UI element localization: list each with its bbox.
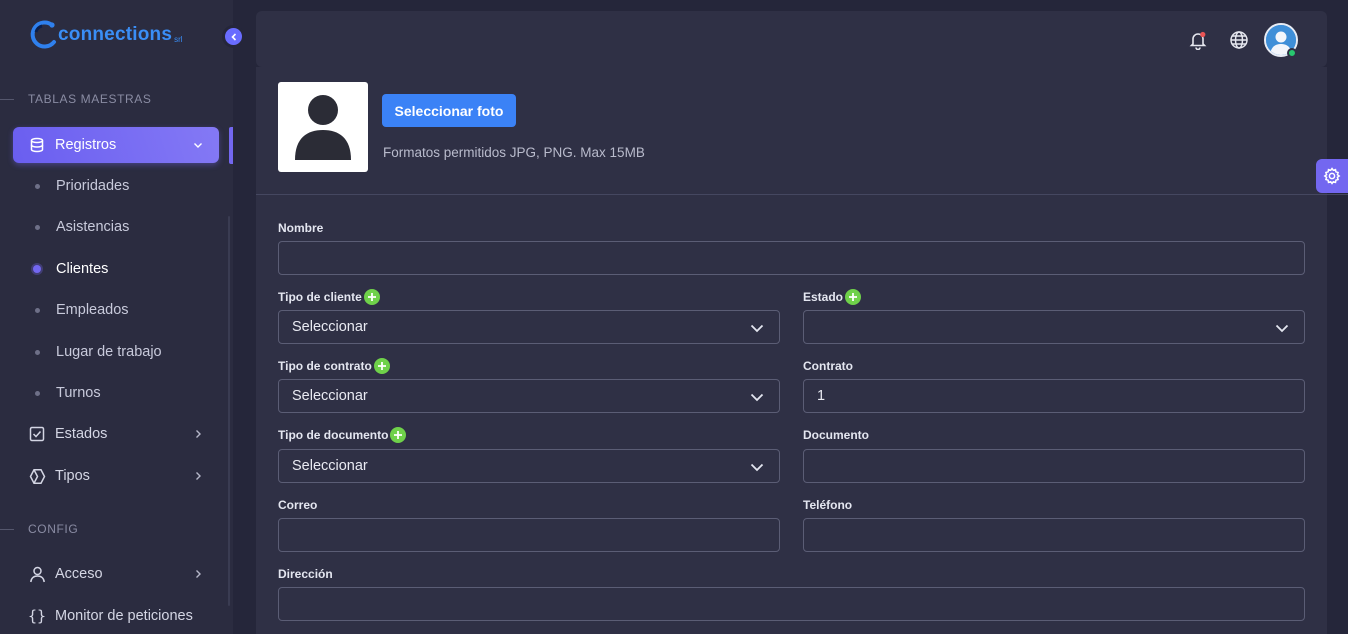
sidebar-item-empleados[interactable]: Empleados [13, 293, 219, 327]
divider [256, 194, 1348, 195]
nombre-field[interactable] [278, 241, 1305, 275]
sidebar-item-lugar-de-trabajo[interactable]: Lugar de trabajo [13, 335, 219, 369]
chevron-down-icon [750, 322, 764, 334]
tipo-documento-label: Tipo de documento [278, 427, 407, 443]
sidebar-item-turnos[interactable]: Turnos [13, 376, 219, 410]
tipo-cliente-label: Tipo de cliente [278, 289, 380, 305]
chevron-down-icon [750, 391, 764, 403]
person-placeholder-icon [295, 95, 351, 160]
sidebar-item-asistencias[interactable]: Asistencias [13, 210, 219, 244]
add-tipo-documento-button[interactable] [390, 427, 407, 443]
plus-icon [367, 293, 376, 301]
sidebar-item-label: Monitor de peticiones [55, 608, 193, 624]
nombre-label: Nombre [278, 221, 324, 235]
logo-mark-icon [28, 18, 62, 52]
sidebar-item-tipos[interactable]: Tipos [13, 458, 219, 494]
theme-settings-button[interactable] [1316, 159, 1348, 193]
direccion-label: Dirección [278, 567, 333, 581]
sidebar-item-label: Acceso [55, 566, 103, 582]
documento-label: Documento [803, 428, 869, 442]
add-estado-button[interactable] [845, 289, 862, 305]
sidebar: connections srl TABLAS MAESTRAS Registro… [0, 0, 233, 634]
estado-select[interactable] [803, 310, 1305, 344]
tipo-documento-select[interactable]: Seleccionar [278, 449, 780, 483]
plus-icon [377, 362, 386, 370]
contrato-field[interactable]: 1 [803, 379, 1305, 413]
correo-field[interactable] [278, 518, 780, 552]
contrato-label: Contrato [803, 359, 853, 373]
sidebar-collapse-button[interactable] [222, 25, 245, 48]
sidebar-scrollbar[interactable] [228, 216, 230, 606]
chevron-down-icon [191, 138, 205, 152]
profile-photo [278, 82, 368, 172]
correo-label: Correo [278, 498, 318, 512]
brand-suffix: srl [174, 34, 183, 44]
plus-icon [849, 293, 858, 301]
tipo-cliente-select[interactable]: Seleccionar [278, 310, 780, 344]
database-icon [28, 136, 46, 154]
chevron-right-icon [191, 567, 205, 581]
active-indicator [229, 127, 233, 164]
chevron-right-icon [191, 469, 205, 483]
chevron-right-icon [191, 427, 205, 441]
chevron-left-icon [230, 32, 236, 41]
add-tipo-cliente-button[interactable] [363, 289, 380, 305]
tipo-contrato-label: Tipo de contrato [278, 358, 390, 374]
direccion-field[interactable] [278, 587, 1305, 621]
chevron-down-icon [1275, 322, 1289, 334]
plus-icon [394, 431, 403, 439]
top-navbar [256, 11, 1327, 67]
section-header-config: CONFIG [0, 522, 78, 536]
select-photo-button[interactable]: Seleccionar foto [382, 94, 516, 127]
bell-icon[interactable] [1187, 29, 1209, 51]
section-header-tablas-maestras: TABLAS MAESTRAS [0, 92, 151, 106]
add-tipo-contrato-button[interactable] [373, 358, 390, 374]
sidebar-item-registros[interactable]: Registros [13, 127, 219, 163]
sidebar-item-label: Tipos [55, 468, 90, 484]
brand-name: connections [58, 24, 173, 45]
sidebar-item-label: Estados [55, 426, 108, 442]
checkbox-icon [28, 425, 46, 443]
estado-label: Estado [803, 289, 862, 305]
sidebar-item-prioridades[interactable]: Prioridades [13, 169, 219, 203]
chevron-down-icon [750, 461, 764, 473]
user-icon [28, 565, 46, 583]
globe-icon[interactable] [1228, 29, 1250, 51]
braces-icon: {} [27, 607, 47, 625]
telefono-field[interactable] [803, 518, 1305, 552]
sidebar-item-label: Registros [55, 137, 117, 153]
telefono-label: Teléfono [803, 498, 853, 512]
brand-logo[interactable]: connections srl [28, 18, 183, 52]
tipo-contrato-select[interactable]: Seleccionar [278, 379, 780, 413]
documento-field[interactable] [803, 449, 1305, 483]
hexagon-icon [28, 467, 46, 485]
sidebar-item-clientes[interactable]: Clientes [13, 252, 219, 286]
photo-format-hint: Formatos permitidos JPG, PNG. Max 15MB [383, 145, 645, 160]
gear-icon [1323, 167, 1341, 185]
sidebar-item-monitor-de-peticiones[interactable]: {} Monitor de peticiones [13, 598, 219, 634]
sidebar-item-acceso[interactable]: Acceso [13, 556, 219, 592]
sidebar-item-estados[interactable]: Estados [13, 416, 219, 452]
online-status-dot [1287, 48, 1297, 58]
